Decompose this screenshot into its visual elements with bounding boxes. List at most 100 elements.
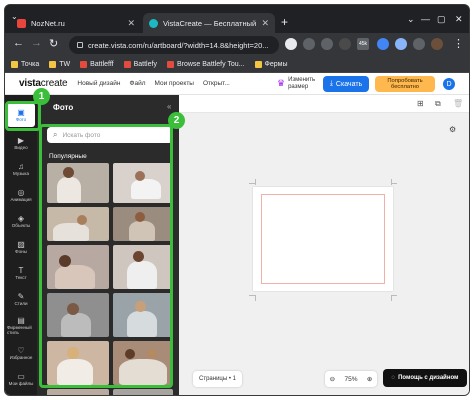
bookmark-item[interactable]: Battlefff [80, 61, 114, 68]
download-label: Скачать [335, 80, 363, 88]
rail-item[interactable]: ▤ Фирменный стиль [7, 313, 35, 337]
rail-label: Мои файлы [8, 381, 34, 386]
rail-icon: ♡ [17, 346, 25, 355]
duplicate-icon[interactable]: ⧉ [435, 99, 441, 109]
folder-icon [49, 61, 57, 68]
battlefy-icon [166, 61, 174, 68]
menu-icon[interactable]: ⋮ [453, 37, 464, 50]
rail-item[interactable]: ▭ Мои файлы [7, 367, 35, 391]
address-bar[interactable]: create.vista.com/ru/artboard/?width=14.8… [69, 36, 279, 54]
bookmark-item[interactable]: Battlefy [123, 61, 157, 68]
profile-avatar[interactable] [431, 38, 443, 50]
callout-badge-2: 2 [168, 112, 185, 129]
nav-open[interactable]: Открыт... [203, 80, 230, 87]
bookmark-item[interactable]: Точка [11, 61, 39, 68]
try-line: бесплатно [390, 84, 420, 90]
callout-highlight-photo-grid [39, 124, 173, 388]
app-header: vistacreate Новый дизайн Файл Мои проект… [5, 73, 469, 95]
chat-icon: ◌ [391, 375, 396, 381]
download-button[interactable]: ⤓ Скачать [323, 76, 369, 92]
tab-noznet[interactable]: NozNet.ru ✕ [11, 13, 141, 33]
design-help-button[interactable]: ◌ Помощь с дизайном [383, 369, 467, 387]
artboard-safe-area [261, 194, 385, 284]
resize-button[interactable]: ♛ Изменить размер [277, 77, 315, 90]
extension-icon[interactable] [339, 38, 351, 50]
share-icon[interactable] [303, 38, 315, 50]
try-free-label: Попробовать бесплатно [387, 78, 422, 90]
extension-icon[interactable] [377, 38, 389, 50]
tool-rail: ▣ Фото ▶ Видео ♫ Музыка ◎ Анимация ◈ Объекты ▨ Фоны… [5, 95, 37, 395]
bookmark-star-icon[interactable] [321, 38, 333, 50]
google-lens-icon[interactable] [285, 38, 297, 50]
rail-icon: ▤ [17, 315, 25, 325]
bookmark-item[interactable]: Browse Battlefy Tou... [166, 61, 245, 68]
minimize-icon[interactable]: — [421, 14, 430, 24]
lock-icon [77, 42, 83, 48]
pages-button[interactable]: Страницы • 1 [193, 371, 242, 387]
add-page-icon[interactable]: ⊞ [417, 99, 424, 108]
new-tab-button[interactable]: + [281, 15, 288, 29]
rail-item[interactable]: ♡ Избранное [7, 341, 35, 365]
resize-label: Изменить размер [288, 77, 315, 90]
rail-label: Анимация [10, 197, 32, 202]
resize-line: размер [288, 83, 309, 90]
zoom-out-icon[interactable]: ⊖ [330, 375, 335, 383]
close-tab-icon[interactable]: ✕ [261, 18, 269, 29]
crop-mark [391, 179, 392, 185]
back-icon[interactable]: ← [13, 37, 24, 49]
maximize-icon[interactable]: ▢ [437, 14, 446, 25]
zoom-level[interactable]: 75% [344, 376, 357, 383]
rail-icon: ▨ [17, 240, 25, 249]
nav-new-design[interactable]: Новый дизайн [77, 80, 120, 87]
rail-icon: T [18, 266, 24, 275]
rail-icon: ◈ [17, 214, 25, 223]
url-text: create.vista.com/ru/artboard/?width=14.8… [88, 40, 269, 50]
photo-thumbnail[interactable] [47, 389, 109, 395]
close-tab-icon[interactable]: ✕ [127, 18, 135, 29]
logo-main: vista [19, 78, 41, 89]
nav-file[interactable]: Файл [130, 80, 146, 87]
settings-gear-icon[interactable]: ⚙ [449, 125, 456, 134]
extension-badge[interactable]: 45k [357, 38, 369, 50]
rail-item[interactable]: ✎ Стили [7, 287, 35, 311]
crop-mark [255, 295, 256, 301]
rail-item[interactable]: ◈ Объекты [7, 209, 35, 233]
rail-item[interactable]: ◎ Анимация [7, 183, 35, 207]
window-collapse-icon[interactable]: ⌄ [407, 14, 415, 25]
tab-vistacreate[interactable]: VistaCreate — Бесплатный инст ✕ [143, 13, 275, 33]
rail-icon: ✎ [17, 292, 25, 301]
try-free-button[interactable]: Попробовать бесплатно [375, 76, 435, 92]
crop-mark [255, 179, 256, 185]
panel-title: Фото [53, 103, 74, 112]
delete-icon[interactable]: 🗑 [453, 99, 463, 108]
rail-label: Фирменный стиль [7, 324, 32, 335]
rail-label: Объекты [11, 223, 31, 228]
user-avatar[interactable]: D [443, 78, 455, 90]
zoom-control: ⊖ 75% ⊕ [325, 371, 377, 387]
bookmark-item[interactable]: TW [49, 61, 70, 68]
tab-bar: ⌄ NozNet.ru ✕ VistaCreate — Бесплатный и… [5, 5, 469, 33]
forward-icon[interactable]: → [31, 37, 42, 49]
reload-icon[interactable]: ↻ [49, 37, 58, 50]
rail-item[interactable]: ▶ Видео [7, 131, 35, 155]
nav-my-projects[interactable]: Мои проекты [155, 80, 194, 87]
sidebar-icon[interactable] [413, 38, 425, 50]
canvas-workarea: ⚙ Страницы • 1 ⊖ 75% ⊕ ◌ Помощь с дизайн… [179, 113, 469, 395]
puzzle-icon[interactable] [395, 38, 407, 50]
zoom-in-icon[interactable]: ⊕ [367, 375, 372, 383]
collapse-panel-icon[interactable]: « [167, 102, 171, 111]
rail-item[interactable]: ▨ Фоны [7, 235, 35, 259]
rail-icon: ▭ [17, 372, 25, 381]
close-window-icon[interactable]: ✕ [455, 14, 463, 25]
canvas-toolbar: ⊞ ⧉ 🗑 [179, 95, 469, 113]
rail-item[interactable]: ♫ Музыка [7, 157, 35, 181]
rail-label: Фоны [15, 249, 27, 254]
photo-thumbnail[interactable] [113, 389, 173, 395]
rail-item[interactable]: T Текст [7, 261, 35, 285]
bookmarks-bar: Точка TW Battlefff Battlefy Browse Battl… [5, 57, 469, 73]
rail-label: Видео [14, 145, 28, 150]
bookmark-item[interactable]: Фермы [254, 61, 288, 68]
artboard[interactable] [253, 187, 393, 291]
crop-mark [391, 295, 392, 301]
rail-label: Избранное [9, 355, 33, 360]
